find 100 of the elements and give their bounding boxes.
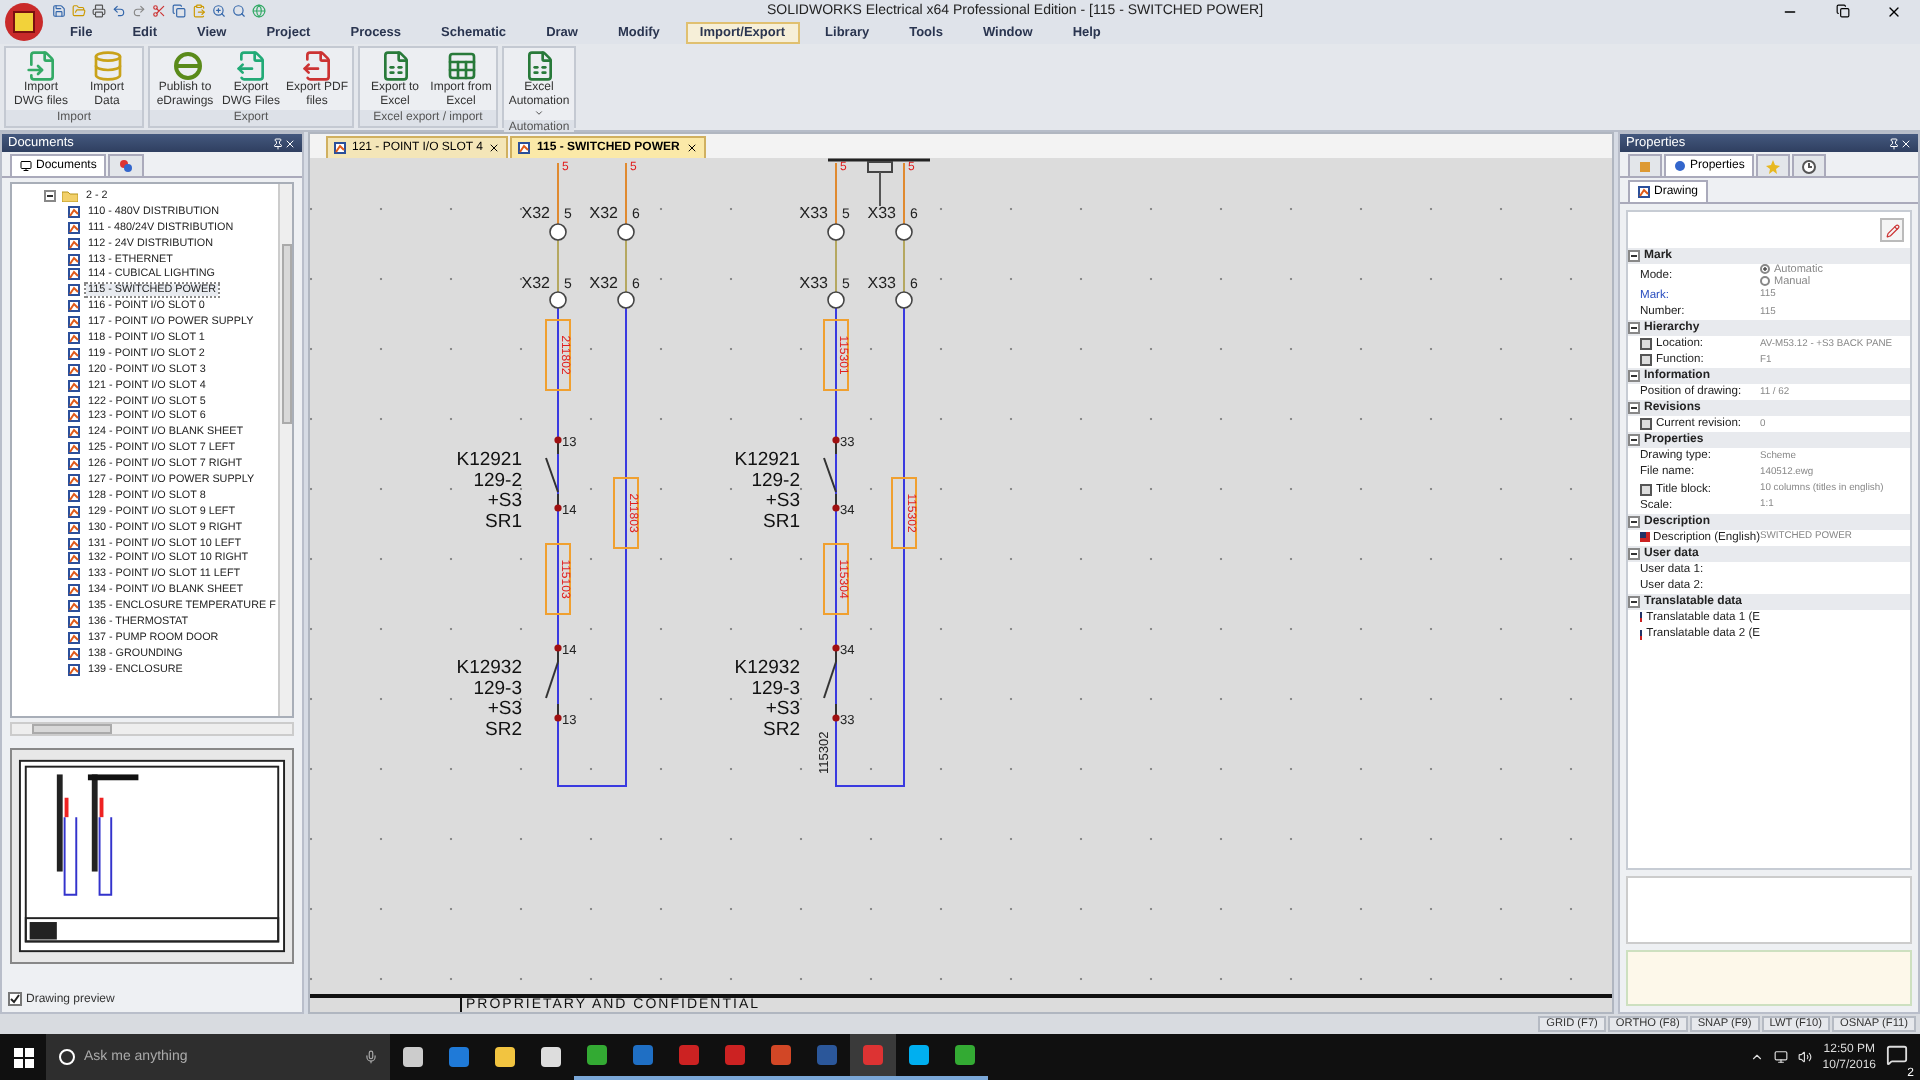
collapse-icon[interactable]	[1628, 249, 1640, 262]
drawing-file-icon	[68, 521, 80, 534]
bus-line	[828, 158, 930, 162]
panel-tab[interactable]	[108, 154, 145, 176]
wire	[557, 239, 559, 293]
star-icon	[1766, 159, 1781, 173]
network-icon[interactable]	[1774, 1050, 1789, 1064]
tree-icon	[1638, 159, 1652, 173]
pin-icon[interactable]	[272, 137, 284, 149]
printer-icon[interactable]	[92, 4, 106, 18]
copy-icon[interactable]	[172, 4, 186, 18]
components-icon	[118, 158, 135, 174]
component-reference: 129-2	[751, 469, 800, 492]
component-reference: +S3	[487, 698, 522, 721]
terminal-label: X33	[867, 204, 896, 222]
edit-button[interactable]	[1880, 218, 1904, 242]
drawing-file-icon	[334, 142, 346, 154]
drawing-file-icon	[68, 268, 80, 281]
drawing-file-icon	[68, 347, 80, 360]
contact-symbol	[545, 436, 562, 512]
drawing-file-icon	[68, 379, 80, 392]
collapse-icon[interactable]	[1628, 595, 1640, 608]
component-reference: 129-3	[473, 677, 522, 700]
component-reference: K12932	[734, 657, 800, 679]
wire	[835, 239, 837, 293]
drawing-file-icon	[68, 489, 80, 502]
drawing-file-icon	[68, 442, 80, 455]
collapse-icon[interactable]	[1628, 370, 1640, 383]
component-reference: 129-3	[751, 677, 800, 700]
terminal-symbol	[549, 291, 567, 309]
collapse-icon[interactable]	[1628, 547, 1640, 560]
volume-icon[interactable]	[1798, 1050, 1813, 1064]
app-logo[interactable]	[4, 2, 44, 42]
scissors-icon[interactable]	[152, 4, 166, 18]
drawing-file-icon	[68, 647, 80, 660]
component-reference: K12921	[734, 449, 800, 471]
chevron-icon[interactable]	[1750, 1050, 1765, 1064]
component-reference: SR1	[485, 510, 522, 533]
search-icon[interactable]	[232, 4, 246, 18]
collapse-icon[interactable]	[44, 189, 56, 202]
terminal-symbol	[617, 291, 635, 309]
wire	[625, 239, 627, 293]
wire	[835, 162, 837, 225]
component-reference: +S3	[765, 698, 800, 721]
close-icon	[1886, 3, 1902, 19]
collapse-icon[interactable]	[1628, 322, 1640, 335]
search-icon	[58, 1048, 76, 1066]
close-icon[interactable]	[685, 142, 698, 154]
wire	[625, 162, 627, 225]
terminal-symbol	[827, 291, 845, 309]
spreadsheet-gear-icon[interactable]	[523, 50, 555, 82]
terminal-symbol	[895, 291, 913, 309]
drawing-file-icon	[68, 584, 80, 597]
drawing-file-icon	[68, 300, 80, 313]
terminal-label: X32	[521, 274, 550, 292]
scrollbar[interactable]	[10, 722, 294, 736]
save-icon[interactable]	[52, 4, 66, 18]
close-icon[interactable]	[488, 142, 501, 154]
drawing-file-icon	[68, 237, 80, 250]
panel-tab[interactable]	[1792, 154, 1827, 176]
drawing-file-icon	[68, 221, 80, 234]
drawing-file-icon	[68, 505, 80, 518]
scrollbar[interactable]	[278, 184, 292, 716]
edrawings-icon	[169, 50, 201, 82]
checkbox[interactable]	[8, 992, 22, 1006]
import-file-icon[interactable]	[25, 50, 57, 82]
component-reference: 129-2	[473, 469, 522, 492]
drawing-file-icon	[68, 205, 80, 218]
folder-icon	[62, 189, 78, 202]
pin-icon[interactable]	[1888, 137, 1900, 149]
microphone-icon[interactable]	[364, 1050, 378, 1064]
app-icon[interactable]	[850, 1034, 896, 1080]
collapse-icon[interactable]	[1628, 402, 1640, 415]
terminal-label: X32	[521, 204, 550, 222]
property-icon	[1640, 418, 1652, 431]
contact-symbol	[545, 644, 562, 722]
component-reference: K12921	[456, 449, 522, 471]
drawing-file-icon	[1638, 186, 1650, 198]
drawing-file-icon	[68, 426, 80, 439]
component-reference: K12932	[456, 657, 522, 679]
notifications-icon[interactable]	[1886, 1043, 1908, 1065]
property-icon	[1640, 483, 1652, 496]
terminal-symbol	[549, 223, 567, 241]
component-reference: SR2	[763, 718, 800, 741]
terminal-label: X32	[589, 204, 618, 222]
terminal-label: X32	[589, 274, 618, 292]
terminal-symbol	[617, 223, 635, 241]
export-file-icon[interactable]	[235, 50, 267, 82]
undo-icon[interactable]	[112, 4, 126, 18]
collapse-icon[interactable]	[1628, 434, 1640, 447]
spreadsheet-icon[interactable]	[445, 50, 477, 82]
drawing-file-icon	[68, 284, 80, 297]
zoom-in-icon[interactable]	[212, 4, 226, 18]
terminal-symbol	[827, 223, 845, 241]
pdf-file-icon[interactable]	[301, 50, 333, 82]
redo-icon[interactable]	[132, 4, 146, 18]
contact-symbol	[823, 644, 840, 722]
info-icon	[1674, 160, 1686, 172]
spreadsheet-icon[interactable]	[379, 50, 411, 82]
collapse-icon[interactable]	[1628, 515, 1640, 528]
